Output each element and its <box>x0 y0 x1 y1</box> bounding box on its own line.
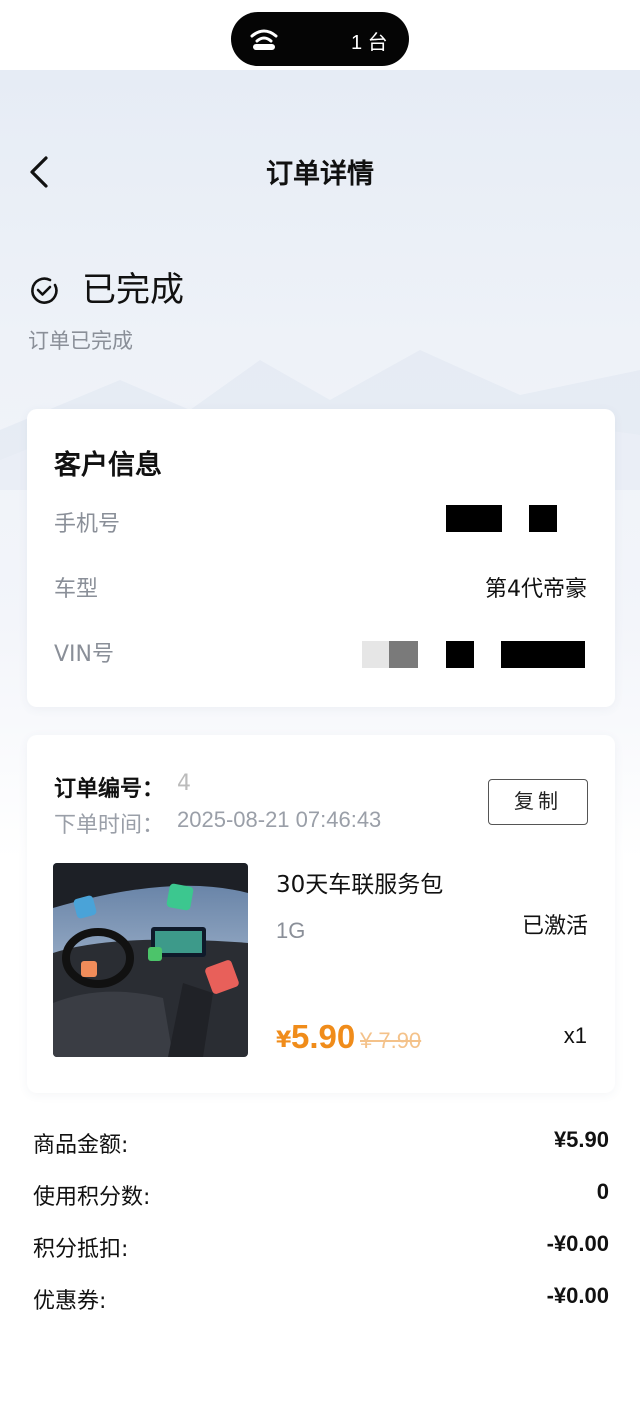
price-currency: ¥ <box>276 1028 292 1053</box>
customer-info-card: 客户信息 手机号 车型 第4代帝豪 VIN号 <box>27 409 615 707</box>
device-count: 1 台 <box>351 32 388 54</box>
original-price: ¥ 7.90 <box>360 1028 422 1053</box>
vin-mask <box>446 641 474 668</box>
status-bar: 1 台 <box>0 0 640 70</box>
vin-mask <box>389 641 418 668</box>
summary-label: 商品金额: <box>33 1133 129 1158</box>
summary-value: 0 <box>596 1179 609 1204</box>
product-image <box>53 863 248 1057</box>
order-number-label: 订单编号： <box>54 777 165 802</box>
wifi-icon <box>250 29 278 50</box>
summary-label: 优惠券: <box>33 1289 107 1314</box>
order-number-value: 4 <box>177 771 191 796</box>
summary-value: -¥0.00 <box>546 1283 609 1308</box>
order-time-value: 2025-08-21 07:46:43 <box>177 807 382 832</box>
activation-status: 已激活 <box>521 914 588 939</box>
status-subtitle: 订单已完成 <box>28 329 133 353</box>
page-title: 订单详情 <box>266 159 374 190</box>
vin-mask <box>362 641 389 668</box>
product-spec: 1G <box>276 918 306 943</box>
order-time-label: 下单时间： <box>54 813 165 838</box>
status-title: 已完成 <box>82 270 184 310</box>
order-card: 订单编号： 4 下单时间： 2025-08-21 07:46:43 复制 30天… <box>27 735 615 1093</box>
model-value: 第4代帝豪 <box>485 577 587 602</box>
copy-button[interactable]: 复制 <box>488 779 588 825</box>
summary-value: -¥0.00 <box>546 1231 609 1256</box>
vin-label: VIN号 <box>54 642 114 667</box>
product-name: 30天车联服务包 <box>276 872 444 898</box>
customer-info-title: 客户信息 <box>54 450 162 481</box>
summary-label: 使用积分数: <box>33 1185 151 1210</box>
vin-mask <box>501 641 585 668</box>
product-quantity: x1 <box>563 1023 587 1048</box>
check-circle-icon <box>31 277 58 304</box>
summary-value: ¥5.90 <box>553 1127 609 1152</box>
model-label: 车型 <box>54 577 99 602</box>
phone-mask <box>446 505 502 532</box>
device-indicator[interactable]: 1 台 <box>231 12 409 66</box>
phone-label: 手机号 <box>54 512 121 537</box>
phone-mask <box>529 505 557 532</box>
summary-label: 积分抵扣: <box>33 1237 129 1262</box>
product-price: 5.90 <box>291 1018 356 1055</box>
